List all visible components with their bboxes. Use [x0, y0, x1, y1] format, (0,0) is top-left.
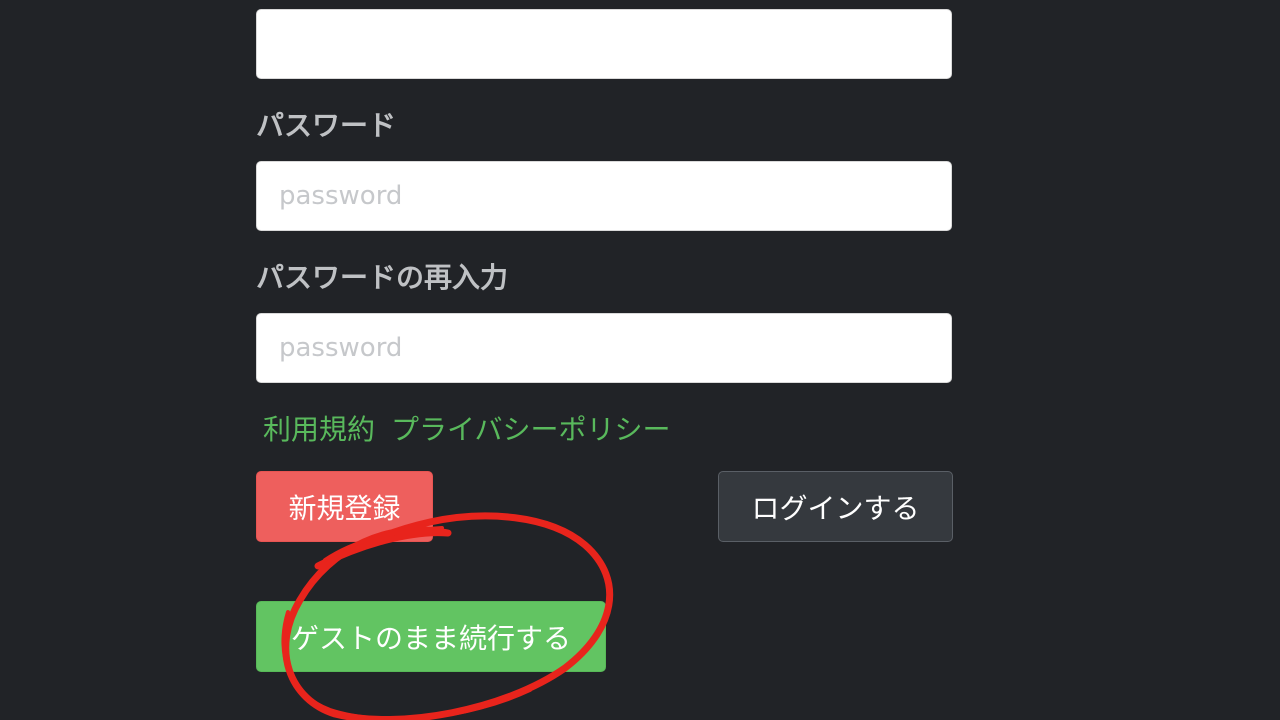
- password-label: パスワード: [256, 109, 397, 142]
- password-input[interactable]: [256, 161, 952, 231]
- signup-form-screen: パスワード パスワードの再入力 利用規約 プライバシーポリシー 新規登録 ログイ…: [0, 0, 1280, 720]
- continue-as-guest-button-label: ゲストのまま続行する: [290, 621, 571, 655]
- terms-of-service-link[interactable]: 利用規約: [263, 408, 375, 448]
- continue-as-guest-button[interactable]: ゲストのまま続行する: [256, 601, 606, 672]
- policy-links: 利用規約 プライバシーポリシー: [263, 404, 670, 452]
- password-confirm-input[interactable]: [256, 313, 952, 383]
- login-button[interactable]: ログインする: [718, 471, 953, 542]
- top-input-field[interactable]: [256, 9, 952, 79]
- register-button-label: 新規登録: [288, 491, 401, 525]
- privacy-policy-link[interactable]: プライバシーポリシー: [391, 408, 670, 448]
- login-button-label: ログインする: [751, 491, 920, 525]
- password-confirm-label: パスワードの再入力: [256, 261, 509, 294]
- register-button[interactable]: 新規登録: [256, 471, 433, 542]
